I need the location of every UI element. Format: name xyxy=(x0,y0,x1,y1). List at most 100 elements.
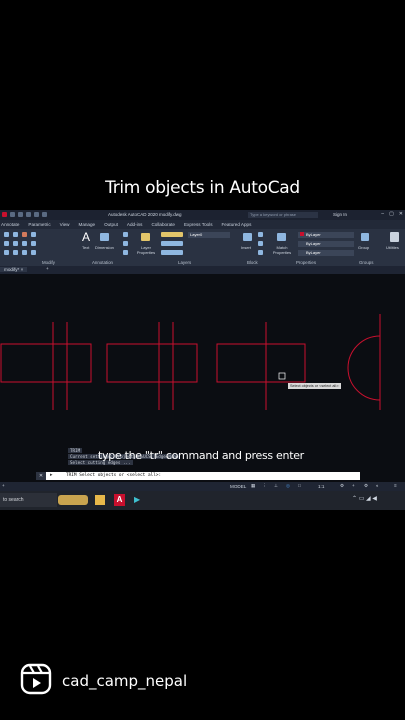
command-line[interactable]: ✕ ▸ TRIM Select objects or <select all>: xyxy=(36,472,360,480)
autocad-taskbar-icon[interactable]: A xyxy=(114,494,125,506)
instruction-overlay: type the "tr" command and press enter xyxy=(98,449,304,462)
layer-name: Layer0 xyxy=(190,232,203,237)
tab-featured-apps[interactable]: Featured Apps xyxy=(222,222,252,227)
close-command-icon[interactable]: ✕ xyxy=(36,472,46,480)
text-button[interactable]: Text xyxy=(82,245,89,250)
tab-annotate[interactable]: Annotate xyxy=(1,222,19,227)
save-icon[interactable] xyxy=(26,212,31,217)
lineweight-dropdown[interactable]: ByLayer xyxy=(298,250,354,256)
sign-in-link[interactable]: Sign In xyxy=(333,212,347,217)
workspace-icon[interactable]: ⚙ xyxy=(364,483,368,489)
mirror-icon[interactable] xyxy=(13,241,18,246)
account-name[interactable]: cad_camp_nepal xyxy=(62,672,187,690)
trim-icon[interactable] xyxy=(22,232,27,237)
properties-panel-label[interactable]: Properties xyxy=(296,260,316,265)
stretch-icon[interactable] xyxy=(4,250,9,255)
layer-tools-icon[interactable] xyxy=(161,241,183,246)
ortho-icon[interactable]: ⊥ xyxy=(274,483,278,489)
modify-panel-label[interactable]: Modify xyxy=(42,260,55,265)
linetype-dropdown[interactable]: ByLayer xyxy=(298,241,354,247)
media-player-icon[interactable]: ▶ xyxy=(134,495,142,505)
redo-icon[interactable] xyxy=(42,212,47,217)
system-tray-icons[interactable]: ⌃ ▭ ◢ ◀ xyxy=(352,495,377,502)
text-icon[interactable]: A xyxy=(80,231,92,243)
utilities-icon[interactable] xyxy=(390,232,399,242)
search-input[interactable]: Type a keyword or phrase xyxy=(248,212,318,218)
settings-gear-icon[interactable]: ⚙ xyxy=(340,483,344,489)
block-panel-label[interactable]: Block xyxy=(247,260,258,265)
explode-icon[interactable] xyxy=(31,241,36,246)
taskbar-search-label: to search xyxy=(3,497,24,503)
drawing-canvas[interactable] xyxy=(0,274,405,472)
tab-view[interactable]: View xyxy=(60,222,70,227)
taskbar-search[interactable]: to search xyxy=(0,493,57,507)
create-block-icon[interactable] xyxy=(258,232,263,237)
layer-properties-button[interactable]: Layer Properties xyxy=(136,245,156,255)
isolate-icon[interactable]: ◐ xyxy=(376,483,379,488)
insert-button[interactable]: Insert xyxy=(241,245,251,250)
annotation-scale[interactable]: 1:1 xyxy=(318,484,324,489)
layer-dropdown[interactable]: Layer0 xyxy=(188,232,230,238)
minimize-icon[interactable]: – xyxy=(381,211,384,217)
drawing-rectangle-1 xyxy=(0,343,92,383)
offset-icon[interactable] xyxy=(31,250,36,255)
command-input[interactable]: TRIM Select objects or <select all>: xyxy=(66,473,161,478)
utilities-button[interactable]: Utilities xyxy=(386,245,399,250)
rotate-icon[interactable] xyxy=(13,232,18,237)
polar-icon[interactable]: ◎ xyxy=(286,483,290,489)
tab-collaborate[interactable]: Collaborate xyxy=(151,222,175,227)
attributes-icon[interactable] xyxy=(258,250,263,255)
scale-icon[interactable] xyxy=(13,250,18,255)
layout-tab-icon[interactable]: + xyxy=(2,483,5,488)
tab-output[interactable]: Output xyxy=(104,222,118,227)
new-icon[interactable] xyxy=(10,212,15,217)
undo-icon[interactable] xyxy=(34,212,39,217)
erase-icon[interactable] xyxy=(31,232,36,237)
autocad-window: Autodesk AutoCAD 2020 modify.dwg Type a … xyxy=(0,210,405,510)
layer-state-icon[interactable] xyxy=(161,232,183,237)
groups-panel-label[interactable]: Groups xyxy=(359,260,373,265)
tab-manage[interactable]: Manage xyxy=(79,222,96,227)
maximize-icon[interactable]: ▢ xyxy=(389,211,394,217)
array-icon[interactable] xyxy=(22,250,27,255)
close-icon[interactable]: ✕ xyxy=(399,211,403,217)
match-properties-button[interactable]: Match Properties xyxy=(270,245,294,255)
layer-match-icon[interactable] xyxy=(161,250,183,255)
insert-icon[interactable] xyxy=(243,233,252,241)
table-icon[interactable] xyxy=(123,250,128,255)
video-caption: Trim objects in AutoCad xyxy=(105,178,300,198)
leader-icon[interactable] xyxy=(123,241,128,246)
annotation-panel-label[interactable]: Annotation xyxy=(92,260,113,265)
close-tab-icon[interactable]: × xyxy=(21,267,24,272)
news-widget-icon[interactable] xyxy=(58,495,88,505)
model-toggle[interactable]: MODEL xyxy=(230,484,246,489)
file-explorer-icon[interactable] xyxy=(95,495,105,505)
app-menu-icon[interactable] xyxy=(2,212,7,217)
dimension-icon[interactable] xyxy=(100,233,109,241)
match-properties-icon[interactable] xyxy=(277,233,286,241)
grid-icon[interactable]: ▦ xyxy=(251,483,255,489)
color-dropdown[interactable]: ByLayer xyxy=(298,232,354,238)
tab-express-tools[interactable]: Express Tools xyxy=(184,222,213,227)
snap-icon[interactable]: ⋮ xyxy=(262,483,267,489)
color-value: ByLayer xyxy=(306,232,321,237)
new-tab-icon[interactable]: + xyxy=(46,266,49,271)
tab-add-ins[interactable]: Add-ins xyxy=(127,222,143,227)
move-icon[interactable] xyxy=(4,232,9,237)
open-icon[interactable] xyxy=(18,212,23,217)
edit-block-icon[interactable] xyxy=(258,241,263,246)
layers-panel-label[interactable]: Layers xyxy=(178,260,191,265)
group-icon[interactable] xyxy=(361,233,369,241)
customize-icon[interactable]: ≡ xyxy=(394,483,397,488)
copy-icon[interactable] xyxy=(4,241,9,246)
title-bar: Autodesk AutoCAD 2020 modify.dwg Type a … xyxy=(0,210,405,220)
osnap-icon[interactable]: □ xyxy=(298,483,301,488)
doc-tab-modify[interactable]: modify* × xyxy=(0,267,28,272)
fillet-icon[interactable] xyxy=(22,241,27,246)
tab-parametric[interactable]: Parametric xyxy=(28,222,50,227)
linear-icon[interactable] xyxy=(123,232,128,237)
layer-properties-icon[interactable] xyxy=(141,233,150,241)
dimension-button[interactable]: Dimension xyxy=(95,245,114,250)
plus-icon[interactable]: + xyxy=(352,483,355,488)
group-button[interactable]: Group xyxy=(358,245,369,250)
